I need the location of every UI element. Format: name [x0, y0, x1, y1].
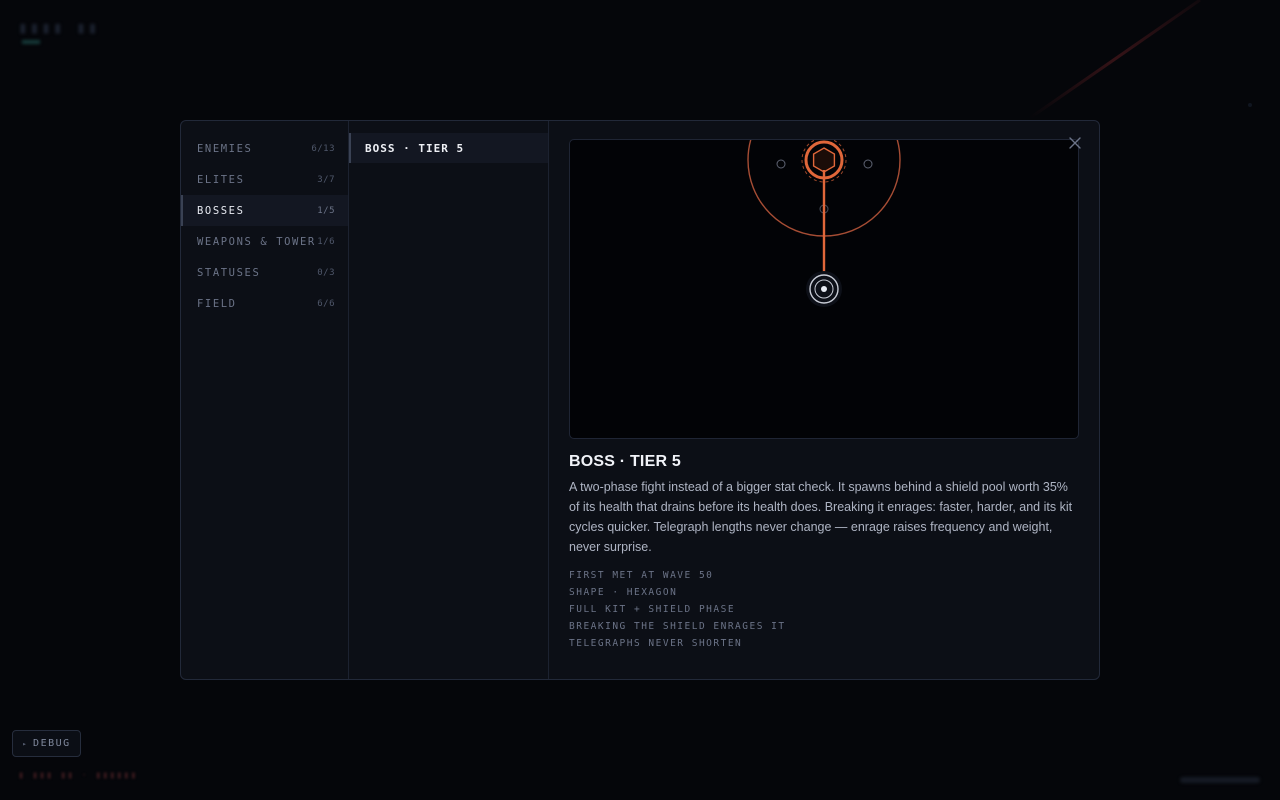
- category-count: 6/6: [317, 298, 335, 309]
- category-label: ENEMIES: [197, 142, 253, 155]
- boss-preview: [569, 139, 1079, 439]
- entry-title: BOSS · TIER 5: [569, 453, 681, 470]
- entry-description: A two-phase fight instead of a bigger st…: [569, 480, 1073, 554]
- category-label: FIELD: [197, 297, 237, 310]
- category-item[interactable]: WEAPONS & TOWER 1/6: [181, 226, 348, 257]
- entry-item[interactable]: BOSS · TIER 5: [349, 133, 548, 163]
- close-button[interactable]: [1063, 131, 1087, 155]
- category-count: 1/6: [317, 236, 335, 247]
- tower-core: [821, 286, 827, 292]
- category-count: 6/13: [311, 143, 335, 154]
- category-label: ELITES: [197, 173, 245, 186]
- fact-line: FIRST MET AT WAVE 50: [569, 570, 714, 581]
- fact-line: TELEGRAPHS NEVER SHORTEN: [569, 638, 743, 649]
- category-count: 3/7: [317, 174, 335, 185]
- orbit-node-right: [863, 159, 873, 169]
- category-item[interactable]: BOSSES 1/5: [181, 195, 348, 226]
- fact-line: FULL KIT + SHIELD PHASE: [569, 604, 736, 615]
- category-item[interactable]: FIELD 6/6: [181, 288, 348, 319]
- fact-line: BREAKING THE SHIELD ENRAGES IT: [569, 621, 786, 632]
- category-count: 1/5: [317, 205, 335, 216]
- fact-line: SHAPE · HEXAGON: [569, 587, 678, 598]
- entry-facts: FIRST MET AT WAVE 50 SHAPE · HEXAGON FULL …: [569, 567, 1079, 652]
- category-item[interactable]: STATUSES 0/3: [181, 257, 348, 288]
- hud-wave-subbar: [22, 40, 40, 44]
- hud-wave-readout: ▮▮▮▮ ▮▮: [18, 18, 100, 37]
- category-label: WEAPONS & TOWER: [197, 235, 316, 248]
- debug-button[interactable]: ▸ DEBUG: [12, 730, 81, 757]
- category-item[interactable]: ELITES 3/7: [181, 164, 348, 195]
- hud-status-readout: ▮ ▮▮▮ ▮▮ · ▮▮▮▮▮▮: [18, 770, 138, 781]
- category-label: STATUSES: [197, 266, 261, 279]
- debug-label: DEBUG: [33, 738, 71, 749]
- category-count: 0/3: [317, 267, 335, 278]
- category-label: BOSSES: [197, 204, 245, 217]
- caret-right-icon: ▸: [22, 739, 29, 748]
- orbit-node-left: [776, 159, 786, 169]
- category-item[interactable]: ENEMIES 6/13: [181, 133, 348, 164]
- codex-modal: ENEMIES 6/13 ELITES 3/7 BOSSES 1/5 WEAPONS & T…: [180, 120, 1100, 680]
- entry-list: BOSS · TIER 5: [349, 121, 549, 679]
- hexagon-icon: [812, 147, 836, 173]
- entry-detail: BOSS · TIER 5 A two-phase fight instead …: [549, 121, 1099, 679]
- category-list: ENEMIES 6/13 ELITES 3/7 BOSSES 1/5 WEAPONS & T…: [181, 121, 349, 679]
- boss-preview-canvas: [747, 140, 901, 307]
- close-icon: [1069, 137, 1081, 149]
- hud-health-bar: [1180, 777, 1260, 783]
